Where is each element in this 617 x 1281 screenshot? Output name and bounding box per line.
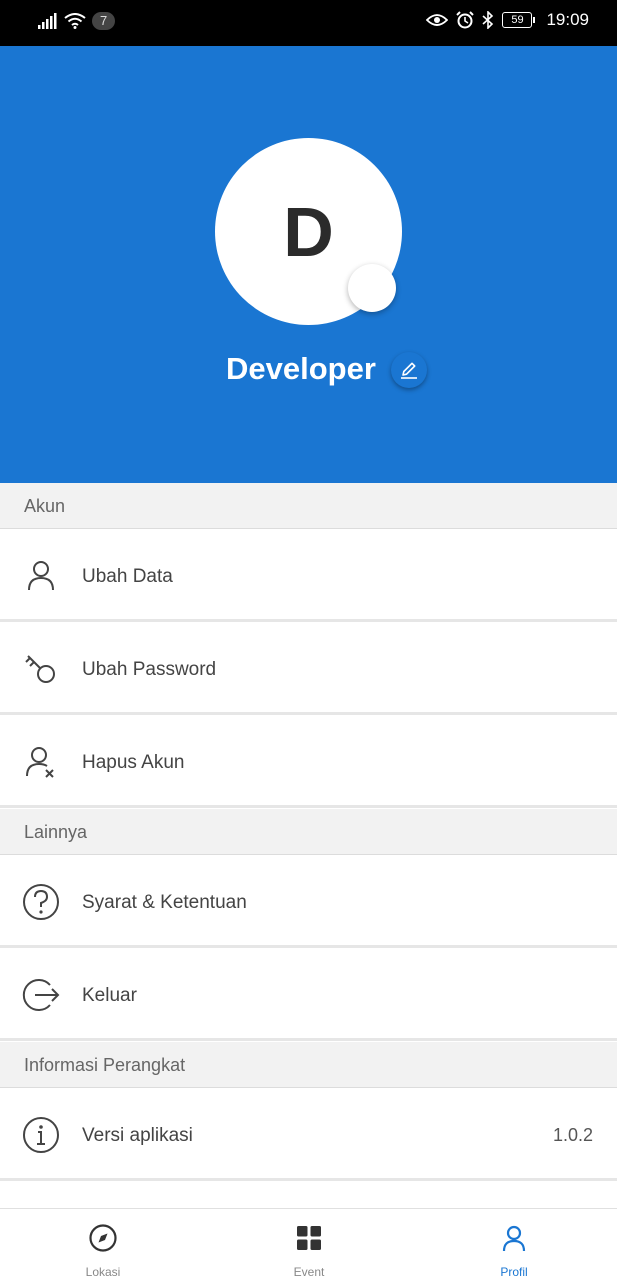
menu-item-versi-aplikasi: Versi aplikasi 1.0.2 bbox=[0, 1090, 617, 1181]
menu-label: Syarat & Ketentuan bbox=[82, 892, 247, 913]
status-bar: 7 59 19:09 bbox=[0, 0, 617, 46]
info-icon bbox=[23, 1117, 59, 1153]
nav-label: Event bbox=[293, 1265, 325, 1279]
bottom-navigation: Lokasi Event Profil bbox=[0, 1208, 617, 1281]
menu-label: Hapus Akun bbox=[82, 752, 185, 773]
menu-item-syarat-ketentuan[interactable]: Syarat & Ketentuan bbox=[0, 857, 617, 948]
avatar-initial: D bbox=[283, 192, 334, 271]
alarm-icon bbox=[456, 11, 475, 29]
grid-icon bbox=[297, 1226, 321, 1250]
menu-item-ubah-data[interactable]: Ubah Data bbox=[0, 531, 617, 622]
nav-label: Profil bbox=[500, 1265, 528, 1279]
nav-tab-profil[interactable]: Profil bbox=[411, 1209, 617, 1281]
menu-label: Ubah Data bbox=[82, 566, 173, 587]
pencil-icon bbox=[401, 362, 417, 379]
edit-name-button[interactable] bbox=[391, 352, 427, 388]
compass-icon bbox=[89, 1224, 117, 1252]
user-icon bbox=[28, 561, 54, 591]
wifi-icon bbox=[64, 13, 86, 29]
logout-icon bbox=[22, 979, 60, 1011]
app-version-value: 1.0.2 bbox=[552, 1125, 593, 1145]
menu-item-hapus-akun[interactable]: Hapus Akun bbox=[0, 717, 617, 808]
eye-icon bbox=[426, 14, 449, 26]
section-header-informasi-perangkat: Informasi Perangkat bbox=[0, 1042, 617, 1088]
nav-tab-lokasi[interactable]: Lokasi bbox=[0, 1209, 206, 1281]
signal-icon bbox=[38, 13, 57, 29]
help-icon bbox=[23, 884, 59, 920]
user-icon bbox=[502, 1225, 526, 1252]
profile-header: D Developer bbox=[0, 46, 617, 483]
menu-label: Versi aplikasi bbox=[82, 1125, 193, 1146]
battery-indicator: 59 bbox=[502, 12, 536, 28]
menu-label: Keluar bbox=[82, 985, 137, 1006]
change-avatar-button[interactable] bbox=[348, 264, 396, 312]
section-header-akun: Akun bbox=[0, 483, 617, 529]
user-remove-icon bbox=[26, 747, 54, 778]
nav-label: Lokasi bbox=[85, 1265, 121, 1279]
notification-count-badge: 7 bbox=[92, 12, 116, 30]
clock: 19:09 bbox=[546, 10, 589, 29]
menu-label: Ubah Password bbox=[82, 659, 217, 680]
bluetooth-icon bbox=[482, 11, 494, 29]
key-icon bbox=[25, 655, 55, 683]
menu-item-ubah-password[interactable]: Ubah Password bbox=[0, 624, 617, 715]
menu-item-keluar[interactable]: Keluar bbox=[0, 950, 617, 1041]
section-header-lainnya: Lainnya bbox=[0, 809, 617, 855]
profile-name: Developer bbox=[226, 351, 376, 386]
nav-tab-event[interactable]: Event bbox=[206, 1209, 412, 1281]
